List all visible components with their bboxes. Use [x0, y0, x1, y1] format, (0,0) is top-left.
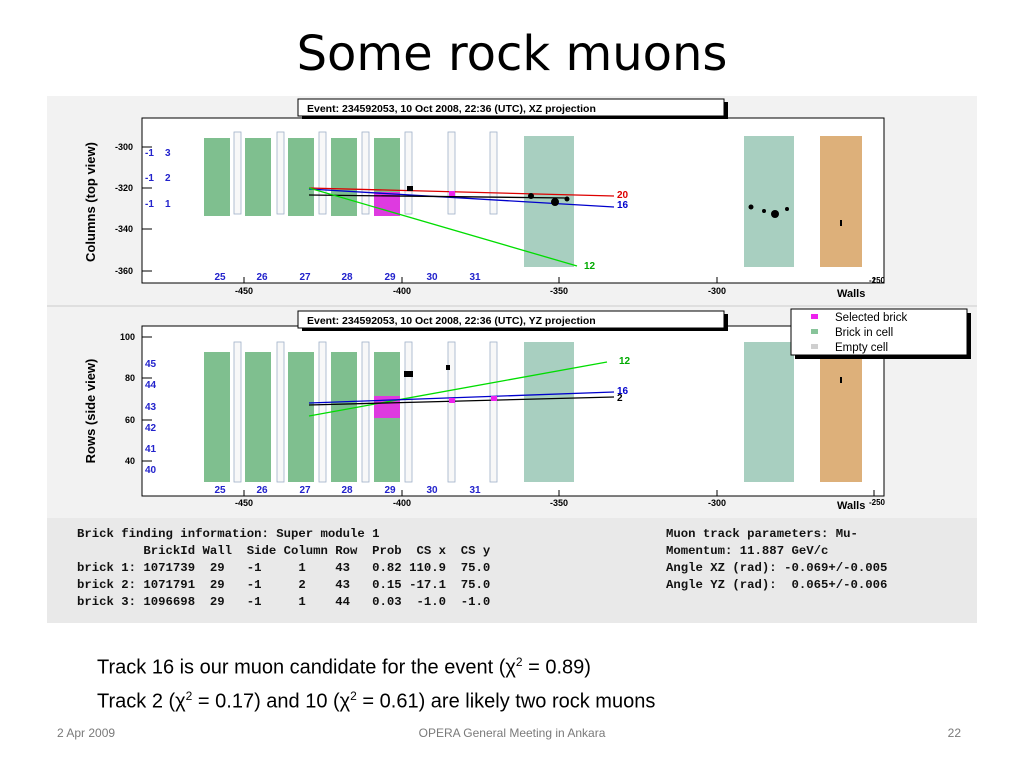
top-wall-label: 29	[384, 272, 396, 283]
top-left-label: 1	[165, 199, 171, 210]
brick-info-line: BrickId Wall Side Column Row Prob CS x C…	[77, 544, 491, 558]
brick-finding-info-panel: Brick finding information: Super module …	[47, 518, 977, 623]
bottom-left-label: 40	[145, 465, 157, 476]
muon-info-line: Momentum: 11.887 GeV/c	[666, 544, 829, 558]
top-wall-label: 25	[214, 272, 226, 283]
top-ylabel: Columns (top view)	[83, 142, 98, 262]
bottom-wall-label: 27	[299, 485, 311, 496]
top-plot-header: Event: 234592053, 10 Oct 2008, 22:36 (UT…	[307, 103, 596, 115]
footer-meeting: OPERA General Meeting in Ankara	[418, 726, 606, 740]
bottom-xlabel: Walls	[837, 500, 865, 512]
bottom-ytick: 100	[120, 332, 135, 342]
bottom-wall-label: 28	[341, 485, 353, 496]
legend-item-label: Selected brick	[835, 312, 907, 324]
top-xtick: -450	[235, 286, 253, 296]
top-left-label: -1	[145, 173, 154, 184]
footer-page-number: 22	[947, 726, 961, 740]
bottom-wall-label: 30	[426, 485, 438, 496]
top-wall-label: 28	[341, 272, 353, 283]
caption-line-2: Track 2 (χ2 = 0.17) and 10 (χ2 = 0.61) a…	[97, 688, 656, 713]
top-left-label: -1	[145, 199, 154, 210]
top-wall-label: 31	[469, 272, 481, 283]
slide-title: Some rock muons	[296, 26, 728, 82]
bottom-xtick: -400	[393, 498, 411, 508]
top-ytick: -360	[115, 266, 133, 276]
top-track-label-16: 16	[617, 200, 629, 211]
top-ytick: -300	[115, 142, 133, 152]
bottom-ytick: 60	[125, 415, 135, 425]
bottom-wall-label: 29	[384, 485, 396, 496]
bottom-left-label: 45	[145, 359, 157, 370]
bottom-wall-label: 26	[256, 485, 268, 496]
bottom-left-label: 42	[145, 423, 157, 434]
legend-item-label: Empty cell	[835, 342, 888, 354]
top-xtick: -400	[393, 286, 411, 296]
muon-info-line: Muon track parameters: Mu-	[666, 527, 858, 541]
legend: Selected brick Brick in cell Empty cell	[790, 308, 971, 359]
brick-info-line: brick 3: 1096698 29 -1 1 44 0.03 -1.0 -1…	[77, 595, 491, 609]
top-wall-label: 26	[256, 272, 268, 283]
bottom-wall-label: 25	[214, 485, 226, 496]
top-xtick: -350	[550, 286, 568, 296]
bottom-ytick: 40	[125, 456, 135, 466]
top-ytick: -340	[115, 224, 133, 234]
top-panel: Event: 234592053, 10 Oct 2008, 22:36 (UT…	[47, 96, 977, 307]
top-left-label: 2	[165, 173, 171, 184]
bottom-xtick: -300	[708, 498, 726, 508]
top-xlabel: Walls	[837, 288, 865, 300]
bottom-track-label-2: 2	[617, 393, 623, 404]
legend-item-label: Brick in cell	[835, 327, 893, 339]
bottom-wall-label: 31	[469, 485, 481, 496]
top-left-label: -1	[145, 148, 154, 159]
top-track-label-12: 12	[584, 261, 596, 272]
muon-info-line: Angle YZ (rad): 0.065+/-0.006	[666, 578, 888, 592]
bottom-ytick: 80	[125, 373, 135, 383]
top-xtick: -250	[869, 276, 886, 285]
bottom-xtick: -450	[235, 498, 253, 508]
slide-caption: Track 16 is our muon candidate for the e…	[97, 648, 655, 715]
brick-info-line: Brick finding information: Super module …	[77, 527, 380, 541]
bottom-left-label: 44	[145, 380, 157, 391]
caption-line-1: Track 16 is our muon candidate for the e…	[97, 655, 591, 679]
top-wall-label: 30	[426, 272, 438, 283]
top-ytick: -320	[115, 183, 133, 193]
bottom-track-label-12: 12	[619, 356, 631, 367]
brick-info-line: brick 1: 1071739 29 -1 1 43 0.82 110.9 7…	[77, 561, 491, 575]
muon-info-line: Angle XZ (rad): -0.069+/-0.005	[666, 561, 888, 575]
bottom-left-label: 43	[145, 402, 157, 413]
bottom-left-label: 41	[145, 444, 157, 455]
top-wall-label: 27	[299, 272, 311, 283]
top-xtick: -300	[708, 286, 726, 296]
top-left-label: 3	[165, 148, 171, 159]
brick-info-line: brick 2: 1071791 29 -1 2 43 0.15 -17.1 7…	[77, 578, 491, 592]
bottom-xtick: -250	[869, 498, 886, 507]
bottom-plot-header: Event: 234592053, 10 Oct 2008, 22:36 (UT…	[307, 315, 596, 327]
bottom-ylabel: Rows (side view)	[83, 359, 98, 464]
bottom-panel: Event: 234592053, 10 Oct 2008, 22:36 (UT…	[83, 308, 971, 512]
bottom-brick-walls	[204, 341, 862, 483]
bottom-xtick: -350	[550, 498, 568, 508]
